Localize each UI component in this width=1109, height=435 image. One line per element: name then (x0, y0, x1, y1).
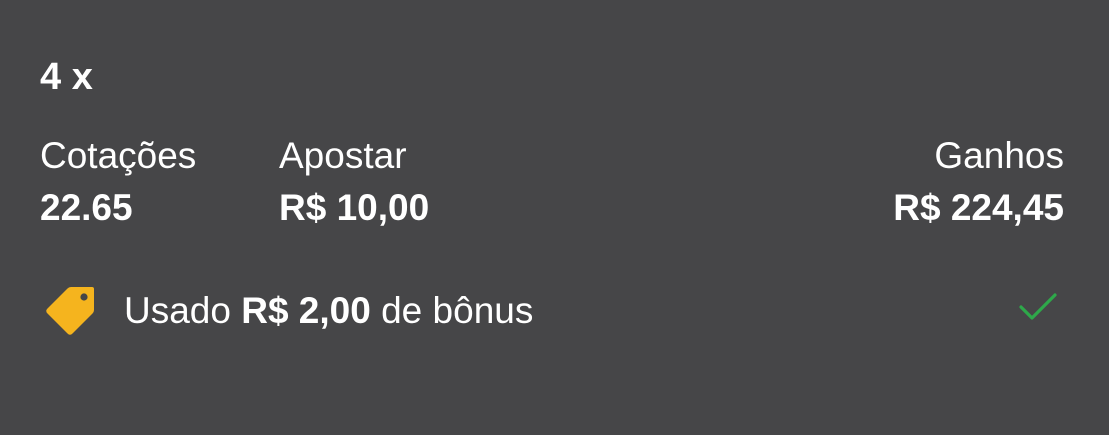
winnings-column: Ganhos R$ 224,45 (893, 134, 1064, 230)
bet-multiplier: 4 x (40, 56, 93, 98)
bonus-text: Usado R$ 2,00 de bônus (124, 289, 533, 333)
stake-column: Apostar R$ 10,00 (279, 134, 429, 230)
odds-column: Cotações 22.65 (40, 134, 196, 230)
bonus-suffix: de bônus (381, 290, 534, 331)
winnings-value: R$ 224,45 (893, 187, 1064, 228)
odds-label: Cotações (40, 135, 197, 176)
tag-icon (46, 287, 94, 335)
checkmark-icon (1019, 293, 1057, 320)
bonus-prefix: Usado (124, 290, 231, 331)
stake-value: R$ 10,00 (279, 187, 430, 228)
bet-summary-panel: 4 x Cotações 22.65 Apostar R$ 10,00 Ganh… (0, 0, 1109, 435)
bonus-row: Usado R$ 2,00 de bônus (44, 283, 1064, 339)
odds-value: 22.65 (40, 187, 133, 228)
stake-label: Apostar (279, 135, 407, 176)
bonus-amount: R$ 2,00 (241, 290, 371, 331)
winnings-label: Ganhos (934, 135, 1064, 176)
